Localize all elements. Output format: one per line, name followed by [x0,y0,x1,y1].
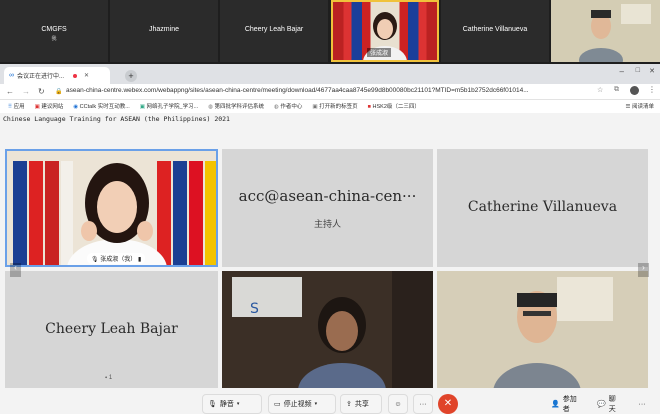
smiley-icon: ☺ [394,400,402,408]
participant-filmstrip: CMGFS 我 Jhazmine Cheery Leah Bajar 张成淑 C… [0,0,660,64]
video-tile[interactable]: S [222,271,433,388]
filmstrip-tile[interactable]: Catherine Villanueva [441,0,549,62]
lock-icon: 🔒 [55,89,63,95]
mic-icon: 🎙 [91,257,99,263]
forward-icon[interactable]: → [22,87,30,96]
reactions-button[interactable]: ☺ [388,394,408,414]
self-label: 我 [51,36,57,42]
share-button[interactable]: ⇪ 共享 [340,394,382,414]
reading-list[interactable]: ☰ 阅读清单 [626,102,654,110]
participant-video [437,271,648,388]
meeting-title: Chinese Language Training for ASEAN (the… [3,115,230,123]
participant-name: Cheery Leah Bajar [45,321,178,337]
close-tab-icon[interactable]: ✕ [84,72,89,79]
minimize-icon[interactable]: – [620,67,624,76]
bookmark-item[interactable]: ◍ 作者中心 [274,102,302,110]
profile-avatar-icon[interactable] [630,86,639,95]
webex-icon: ∞ [9,72,14,79]
more-options-button[interactable]: ··· [413,394,433,414]
folder-icon: ■ [367,104,371,110]
chevron-down-icon: ▾ [236,401,240,407]
name-tile[interactable]: Cheery Leah Bajar ⬩ 1 [5,271,218,388]
browser-tab-bar: ∞ 会议正在进行中... ✕ + – □ ✕ [0,64,660,84]
address-bar-row: ← → ↻ 🔒 asean-china-centre.webex.com/web… [0,84,660,100]
bookmark-item[interactable]: ⠿ 应用 [8,102,25,110]
next-page-chevron-icon[interactable]: › [638,263,649,277]
prev-page-chevron-icon[interactable]: ‹ [10,263,21,277]
bookmark-item[interactable]: ▣ 打开新的标签页 [312,102,357,110]
mute-button[interactable]: 🎙 静音 ▾ [202,394,262,414]
maximize-icon[interactable]: □ [636,67,640,74]
people-icon: 👤 [551,401,560,408]
page-icon: ▣ [139,104,145,110]
participants-button[interactable]: 👤 参加者 [546,394,586,414]
participant-name: Jhazmine [149,26,179,33]
participant-name: 张成淑 [367,48,392,57]
tab-title: 会议正在进行中... [17,74,65,80]
globe-icon: ◍ [274,104,279,110]
bookmarks-bar: ⠿ 应用 ▣ 建议网站 ◉ CCtalk 实时互动教... ▣ 网络孔子学院_学… [0,100,660,113]
reload-icon[interactable]: ↻ [38,87,45,96]
star-icon[interactable]: ☆ [597,86,603,94]
cctalk-icon: ◉ [73,104,79,110]
participant-label: 🎙 张成淑（我） ▮ [87,253,146,264]
participant-name: CMGFS [41,26,67,33]
filmstrip-tile[interactable]: Cheery Leah Bajar [220,0,328,62]
apps-grid-icon: ⠿ [8,104,13,110]
extensions-icon[interactable]: ⧉ [614,86,619,94]
back-icon[interactable]: ← [6,87,14,96]
name-tile-host[interactable]: acc@asean-china-cen··· 主持人 [222,149,433,267]
bookmark-item[interactable]: ▣ 建议网站 [35,102,64,110]
host-role-label: 主持人 [313,219,341,229]
participant-name: Catherine Villanueva [467,199,618,215]
meeting-page: Chinese Language Training for ASEAN (the… [0,113,660,414]
filmstrip-tile[interactable]: CMGFS 我 [0,0,108,62]
audio-indicator: ⬩ 1 [105,375,113,381]
self-video [7,151,216,265]
signal-icon: ▮ [137,257,142,263]
svg-text:S: S [250,301,259,317]
menu-kebab-icon[interactable]: ⋮ [648,85,656,94]
name-tile[interactable]: Catherine Villanueva [437,149,648,267]
page-icon: ▣ [312,104,318,110]
leave-meeting-button[interactable]: ✕ [438,394,458,414]
bookmark-item[interactable]: ◉ CCtalk 实时互动教... [73,102,129,110]
browser-tab[interactable]: ∞ 会议正在进行中... ✕ [4,67,110,84]
new-tab-button[interactable]: + [125,70,137,82]
share-icon: ⇪ [346,401,352,408]
panel-more-button[interactable]: ··· [632,394,652,414]
mic-icon: 🎙 [208,401,217,408]
reading-list-icon: ☰ [625,104,631,110]
chevron-down-icon: ▾ [314,401,318,407]
camera-icon: ▭ [274,401,281,408]
participant-video [551,0,660,62]
chat-button[interactable]: 💬 聊天 [592,394,626,414]
globe-icon: ◍ [208,104,213,110]
close-icon: ✕ [443,398,453,409]
filmstrip-tile[interactable]: Jhazmine [110,0,218,62]
audio-icon: ⬩ [105,375,108,381]
participant-name: Catherine Villanueva [462,26,528,33]
chat-bubble-icon: 💬 [597,401,606,408]
url-field[interactable]: asean-china-centre.webex.com/webappng/si… [66,87,588,98]
video-tile[interactable] [437,271,648,388]
filmstrip-tile-video[interactable] [551,0,660,62]
close-window-icon[interactable]: ✕ [649,67,655,75]
stop-video-button[interactable]: ▭ 停止视频 ▾ [268,394,336,414]
participant-name: Cheery Leah Bajar [244,26,304,33]
participant-video: S [222,271,433,388]
filmstrip-tile-active-speaker[interactable]: 张成淑 [331,0,439,62]
page-icon: ▣ [34,104,40,110]
bookmark-item[interactable]: ▣ 网络孔子学院_学习... [140,102,198,110]
bookmark-list: ⠿ 应用 ▣ 建议网站 ◉ CCtalk 实时互动教... ▣ 网络孔子学院_学… [8,102,420,110]
bookmark-item[interactable]: ◍ 第四批学科评估系统 [208,102,264,110]
bookmark-item[interactable]: ■ HSK2级（二三四） [368,102,420,110]
video-tile-self[interactable]: 🎙 张成淑（我） ▮ [5,149,218,267]
participant-name: acc@asean-china-cen··· [238,187,417,205]
recording-dot-icon [73,73,78,78]
